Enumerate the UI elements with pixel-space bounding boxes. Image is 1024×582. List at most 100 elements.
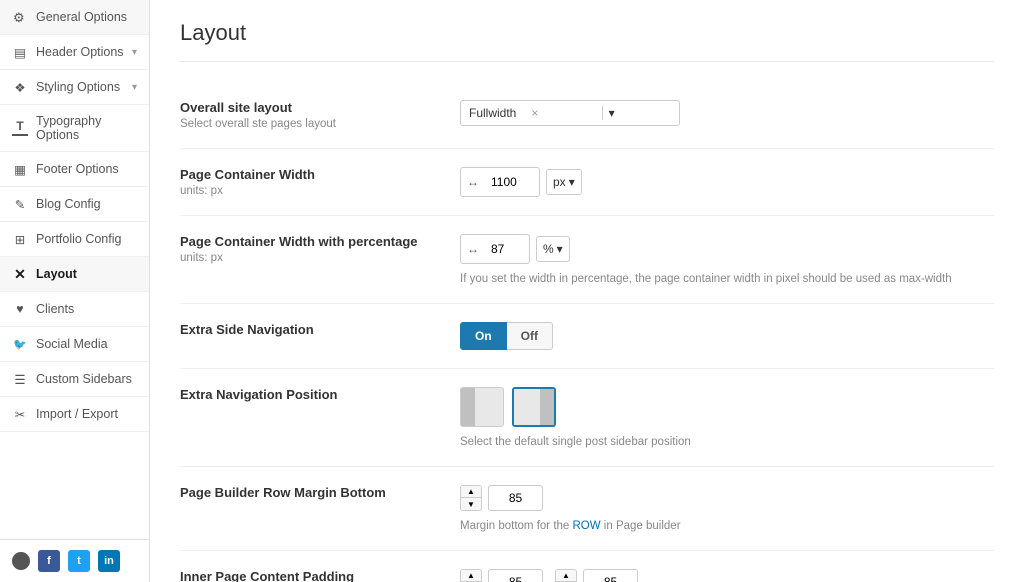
option-label: Extra Side Navigation — [180, 322, 440, 337]
option-label: Inner Page Content Padding — [180, 569, 440, 582]
option-row-container-width: Page Container Width units: px ↔ px ▾ — [180, 149, 994, 216]
option-label: Page Container Width with percentage — [180, 234, 440, 249]
container-percent-input[interactable] — [483, 237, 523, 261]
num-input-wrapper: ↔ px ▾ — [460, 167, 994, 197]
clear-icon[interactable]: × — [531, 106, 593, 120]
sidebar-item-portfolio[interactable]: ⊞ Portfolio Config — [0, 222, 149, 257]
option-label-col: Extra Side Navigation — [180, 322, 440, 337]
sidebar-item-footer[interactable]: ▦ Footer Options — [0, 152, 149, 187]
sidebar-item-label: Clients — [36, 302, 74, 316]
increment-button[interactable]: ▲ — [556, 570, 576, 582]
sidebar-item-label: Social Media — [36, 337, 108, 351]
unit-select-percent[interactable]: % ▾ — [536, 236, 570, 262]
option-label-col: Extra Navigation Position — [180, 387, 440, 402]
increment-button[interactable]: ▲ — [461, 570, 481, 582]
unit-select-px[interactable]: px ▾ — [546, 169, 582, 195]
option-control-col: On Off — [460, 322, 994, 350]
container-width-input[interactable] — [483, 170, 533, 194]
sidebar-main-panel — [514, 389, 540, 425]
sidebar-right-option[interactable] — [512, 387, 556, 427]
import-icon: ✂ — [12, 406, 28, 422]
unit-arrow-icon: ▾ — [569, 175, 575, 189]
option-row-side-nav: Extra Side Navigation On Off — [180, 304, 994, 369]
linkedin-icon[interactable]: in — [98, 550, 120, 572]
spinner-container: ↔ — [460, 234, 530, 264]
gear-icon — [12, 9, 28, 25]
blog-icon: ✎ — [12, 196, 28, 212]
header-icon: ▤ — [12, 44, 28, 60]
option-label-col: Page Builder Row Margin Bottom — [180, 485, 440, 500]
page-title: Layout — [180, 20, 994, 62]
sidebar-item-general[interactable]: General Options — [0, 0, 149, 35]
sidebar-item-blog[interactable]: ✎ Blog Config — [0, 187, 149, 222]
option-row-row-margin: Page Builder Row Margin Bottom ▲ ▼ Margi… — [180, 467, 994, 551]
spinner-arrows-2: ▲ ▼ — [555, 569, 577, 582]
inner-padding-input-1[interactable] — [488, 569, 543, 582]
option-control-col: Select the default single post sidebar p… — [460, 387, 994, 448]
sidebars-icon: ☰ — [12, 371, 28, 387]
option-hint: Select the default single post sidebar p… — [460, 436, 994, 448]
sidebar-item-social[interactable]: 🐦 Social Media — [0, 327, 149, 362]
toggle-off-button[interactable]: Off — [507, 322, 553, 350]
option-sublabel: units: px — [180, 252, 440, 264]
option-label: Page Container Width — [180, 167, 440, 182]
footer-icon: ▦ — [12, 161, 28, 177]
increment-button[interactable]: ▲ — [461, 486, 481, 498]
row-margin-input[interactable] — [488, 485, 543, 511]
clients-icon: ♥ — [12, 301, 28, 317]
option-control-col: ↔ % ▾ If you set the width in percentage… — [460, 234, 994, 285]
facebook-icon[interactable]: f — [38, 550, 60, 572]
unit-value: px — [553, 175, 566, 189]
sidebar-position-group — [460, 387, 994, 427]
twitter-icon[interactable]: t — [68, 550, 90, 572]
option-row-inner-padding: Inner Page Content Padding ▲ ▼ ▲ ▼ — [180, 551, 994, 582]
chevron-down-icon: ▾ — [132, 47, 137, 58]
num-input-wrapper: ▲ ▼ ▲ ▼ — [460, 569, 994, 582]
layout-icon: ✕ — [12, 266, 28, 282]
option-control-col: ▲ ▼ ▲ ▼ Change padding of the inner page… — [460, 569, 994, 582]
layout-dropdown[interactable]: Fullwidth × ▾ — [460, 100, 680, 126]
option-sublabel: Select overall ste pages layout — [180, 118, 440, 130]
spinner-container: ↔ — [460, 167, 540, 197]
arrows-icon: ↔ — [467, 242, 479, 256]
option-row-nav-position: Extra Navigation Position — [180, 369, 994, 467]
sidebar-item-clients[interactable]: ♥ Clients — [0, 292, 149, 327]
sidebar-item-header[interactable]: ▤ Header Options ▾ — [0, 35, 149, 70]
sidebar-item-import[interactable]: ✂ Import / Export — [0, 397, 149, 432]
sidebar-item-styling[interactable]: ❖ Styling Options ▾ — [0, 70, 149, 105]
social-icon: 🐦 — [12, 336, 28, 352]
num-input-wrapper: ↔ % ▾ — [460, 234, 994, 264]
portfolio-icon: ⊞ — [12, 231, 28, 247]
sidebar-item-sidebars[interactable]: ☰ Custom Sidebars — [0, 362, 149, 397]
option-hint: If you set the width in percentage, the … — [460, 273, 994, 285]
spinner-arrows: ▲ ▼ — [460, 485, 482, 511]
spinner-arrows-1: ▲ ▼ — [460, 569, 482, 582]
dropdown-arrow-icon[interactable]: ▾ — [602, 106, 671, 120]
sidebar-item-label: Styling Options — [36, 80, 120, 94]
sidebar-item-typography[interactable]: T Typography Options — [0, 105, 149, 152]
sidebar-item-label: General Options — [36, 10, 127, 24]
option-row-container-percent: Page Container Width with percentage uni… — [180, 216, 994, 304]
option-hint: Margin bottom for the ROW in Page builde… — [460, 520, 994, 532]
option-control-col: ↔ px ▾ — [460, 167, 994, 197]
option-label: Overall site layout — [180, 100, 440, 115]
option-label-col: Inner Page Content Padding — [180, 569, 440, 582]
option-control-col: Fullwidth × ▾ — [460, 100, 994, 126]
sidebar-bottom: f t in — [0, 539, 149, 582]
sidebar-item-label: Import / Export — [36, 407, 118, 421]
option-label: Extra Navigation Position — [180, 387, 440, 402]
content-area: Layout Overall site layout Select overal… — [150, 0, 1024, 582]
inner-padding-input-2[interactable] — [583, 569, 638, 582]
toggle-on-button[interactable]: On — [460, 322, 507, 350]
sidebar-item-layout[interactable]: ✕ Layout — [0, 257, 149, 292]
decrement-button[interactable]: ▼ — [461, 498, 481, 510]
sidebar-left-panel — [461, 388, 475, 426]
option-label-col: Page Container Width with percentage uni… — [180, 234, 440, 264]
typography-icon: T — [12, 120, 28, 136]
num-input-wrapper: ▲ ▼ — [460, 485, 994, 511]
earth-icon[interactable] — [12, 552, 30, 570]
option-label-col: Overall site layout Select overall ste p… — [180, 100, 440, 130]
sidebar-item-label: Header Options — [36, 45, 124, 59]
sidebar-left-option[interactable] — [460, 387, 504, 427]
sidebar-item-label: Portfolio Config — [36, 232, 121, 246]
